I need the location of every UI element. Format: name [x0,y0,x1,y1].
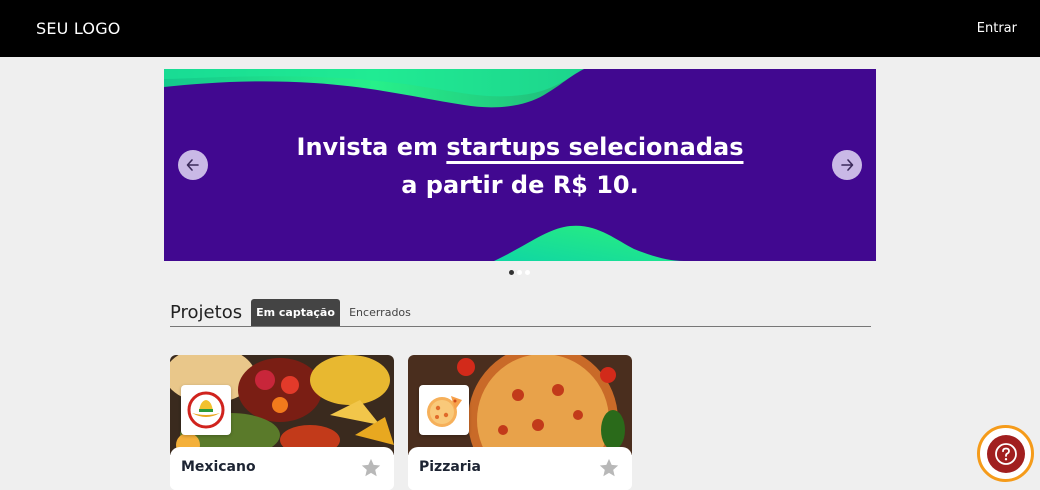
sombrero-logo-icon [187,391,225,429]
carousel-next-button[interactable] [832,150,862,180]
project-card-mexicano[interactable]: Mexicano [170,355,394,490]
top-navbar: SEU LOGO Entrar [0,0,1040,57]
card-body: Pizzaria [408,447,632,490]
card-body: Mexicano [170,447,394,490]
login-link[interactable]: Entrar [977,21,1017,36]
pizzaria-logo [419,385,469,435]
arrow-left-icon [186,159,199,171]
carousel-dot-3[interactable] [525,270,530,275]
help-button[interactable] [977,425,1034,482]
headline-highlight: startups selecionadas [446,133,744,161]
tabs-divider [170,326,871,327]
star-icon[interactable] [598,457,620,479]
pizza-logo-icon [427,396,462,427]
projects-title: Projetos [170,302,243,323]
project-name: Pizzaria [419,459,481,475]
help-button-inner [986,434,1025,473]
headline-prefix: Invista em [296,133,447,161]
site-logo[interactable]: SEU LOGO [36,19,121,38]
headline-line2: a partir de R$ 10. [401,171,639,199]
carousel-dot-1[interactable] [509,270,514,275]
tab-encerrados[interactable]: Encerrados [344,299,416,326]
project-card-pizzaria[interactable]: Pizzaria [408,355,632,490]
hero-carousel: Invista em startups selecionadas a parti… [164,69,876,261]
project-name: Mexicano [181,459,256,475]
mexicano-logo [181,385,231,435]
tab-em-captacao[interactable]: Em captação [251,299,340,326]
arrow-right-icon [841,159,854,171]
carousel-indicators [509,270,530,275]
carousel-prev-button[interactable] [178,150,208,180]
carousel-dot-2[interactable] [517,270,522,275]
star-icon[interactable] [360,457,382,479]
banner-headline: Invista em startups selecionadas a parti… [164,128,876,204]
question-icon [994,442,1017,465]
